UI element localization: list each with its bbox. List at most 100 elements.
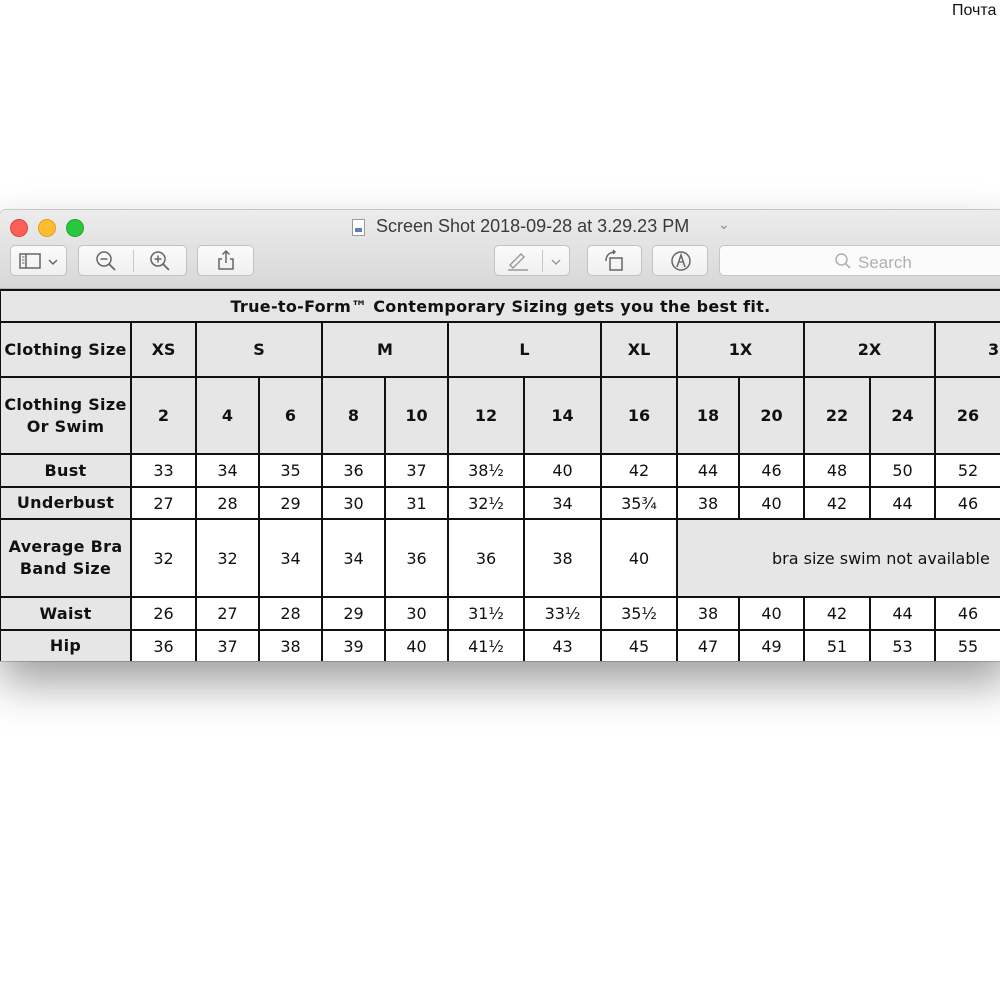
bust-cell: 34 — [195, 453, 260, 488]
hip-cell: 41½ — [447, 629, 525, 661]
rotate-button[interactable] — [587, 245, 642, 276]
search-icon — [835, 253, 851, 269]
chevron-down-icon — [551, 259, 561, 266]
waist-cell: 26 — [130, 596, 197, 631]
sidebar-icon — [19, 253, 41, 269]
bust-cell: 52 — [934, 453, 1000, 488]
preview-window: Screen Shot 2018-09-28 at 3.29.23 PM ⌄ S… — [0, 210, 1000, 661]
search-placeholder: Search — [858, 253, 912, 272]
markup-pen-button[interactable] — [494, 245, 570, 276]
bra-band-cell: 34 — [258, 518, 323, 598]
zoom-out-button[interactable] — [79, 246, 133, 275]
underbust-cell: 28 — [195, 486, 260, 520]
numeric-size-cell: 16 — [600, 376, 678, 455]
annotate-icon — [671, 251, 691, 271]
underbust-cell: 44 — [869, 486, 936, 520]
waist-cell: 42 — [803, 596, 871, 631]
toolbar-separator — [542, 250, 543, 272]
row-label-waist: Waist — [0, 596, 132, 631]
row-label-clothing-size: Clothing Size — [0, 321, 132, 378]
bra-band-cell: 36 — [384, 518, 449, 598]
bra-band-row: Average Bra Band Size 32 32 34 34 36 36 … — [0, 518, 1000, 598]
waist-cell: 27 — [195, 596, 260, 631]
hip-cell: 45 — [600, 629, 678, 661]
zoom-in-button[interactable] — [134, 246, 186, 275]
hip-cell: 36 — [130, 629, 197, 661]
waist-cell: 44 — [869, 596, 936, 631]
image-content: True-to-Form™ Contemporary Sizing gets y… — [0, 289, 1000, 661]
waist-cell: 35½ — [600, 596, 678, 631]
underbust-cell: 32½ — [447, 486, 525, 520]
underbust-cell: 30 — [321, 486, 386, 520]
bust-row: Bust 33 34 35 36 37 38½ 40 42 44 46 48 5… — [0, 453, 1000, 488]
size-header-s: S — [195, 321, 323, 378]
numeric-size-cell: 8 — [321, 376, 386, 455]
zoom-in-icon — [150, 251, 170, 271]
bust-cell: 44 — [676, 453, 740, 488]
title-chevron-icon[interactable]: ⌄ — [718, 216, 730, 233]
close-window-button[interactable] — [10, 219, 28, 237]
bust-cell: 50 — [869, 453, 936, 488]
corner-text: Почта — [952, 2, 997, 19]
hip-cell: 51 — [803, 629, 871, 661]
hip-cell: 38 — [258, 629, 323, 661]
hip-cell: 43 — [523, 629, 602, 661]
underbust-cell: 38 — [676, 486, 740, 520]
bust-cell: 37 — [384, 453, 449, 488]
waist-cell: 40 — [738, 596, 805, 631]
minimize-window-button[interactable] — [38, 219, 56, 237]
numeric-size-cell: 2 — [130, 376, 197, 455]
share-icon — [218, 249, 234, 270]
banner-row: True-to-Form™ Contemporary Sizing gets y… — [0, 289, 1000, 323]
bra-band-cell: 34 — [321, 518, 386, 598]
hip-cell: 49 — [738, 629, 805, 661]
underbust-cell: 34 — [523, 486, 602, 520]
share-button[interactable] — [197, 245, 254, 276]
window-title[interactable]: Screen Shot 2018-09-28 at 3.29.23 PM — [376, 216, 689, 237]
waist-cell: 38 — [676, 596, 740, 631]
numeric-size-cell: 22 — [803, 376, 871, 455]
bra-band-cell: 38 — [523, 518, 602, 598]
bra-band-cell: 32 — [195, 518, 260, 598]
bust-cell: 35 — [258, 453, 323, 488]
numeric-size-cell: 14 — [523, 376, 602, 455]
underbust-cell: 40 — [738, 486, 805, 520]
chevron-down-icon — [48, 259, 58, 266]
numeric-size-cell: 10 — [384, 376, 449, 455]
bra-band-cell: 40 — [600, 518, 678, 598]
bust-cell: 42 — [600, 453, 678, 488]
size-header-l: L — [447, 321, 602, 378]
zoom-window-button[interactable] — [66, 219, 84, 237]
numeric-size-row: Clothing Size Or Swim 2 4 6 8 10 12 14 1… — [0, 376, 1000, 455]
waist-cell: 31½ — [447, 596, 525, 631]
underbust-cell: 29 — [258, 486, 323, 520]
numeric-size-cell: 24 — [869, 376, 936, 455]
bust-cell: 33 — [130, 453, 197, 488]
row-label-hip: Hip — [0, 629, 132, 661]
zoom-out-icon — [96, 251, 116, 271]
numeric-size-cell: 26 — [934, 376, 1000, 455]
bust-cell: 36 — [321, 453, 386, 488]
annotate-button[interactable] — [652, 245, 708, 276]
hip-cell: 39 — [321, 629, 386, 661]
underbust-cell: 42 — [803, 486, 871, 520]
numeric-size-cell: 20 — [738, 376, 805, 455]
waist-cell: 29 — [321, 596, 386, 631]
row-label-average-bra-band-size: Average Bra Band Size — [0, 518, 132, 598]
hip-row: Hip 36 37 38 39 40 41½ 43 45 47 49 51 53… — [0, 629, 1000, 661]
rotate-icon — [605, 249, 623, 271]
markup-pen-icon — [508, 253, 528, 271]
bust-cell: 46 — [738, 453, 805, 488]
sidebar-toggle-button[interactable] — [10, 245, 67, 276]
hip-cell: 40 — [384, 629, 449, 661]
row-label-underbust: Underbust — [0, 486, 132, 520]
numeric-size-cell: 18 — [676, 376, 740, 455]
row-label-bust: Bust — [0, 453, 132, 488]
size-header-m: M — [321, 321, 449, 378]
letter-size-row: Clothing Size XS S M L XL 1X 2X 3 — [0, 321, 1000, 378]
title-bar: Screen Shot 2018-09-28 at 3.29.23 PM ⌄ S… — [0, 210, 1000, 289]
size-header-xs: XS — [130, 321, 197, 378]
bust-cell: 48 — [803, 453, 871, 488]
underbust-cell: 35¾ — [600, 486, 678, 520]
search-field[interactable]: Search — [719, 245, 1000, 276]
